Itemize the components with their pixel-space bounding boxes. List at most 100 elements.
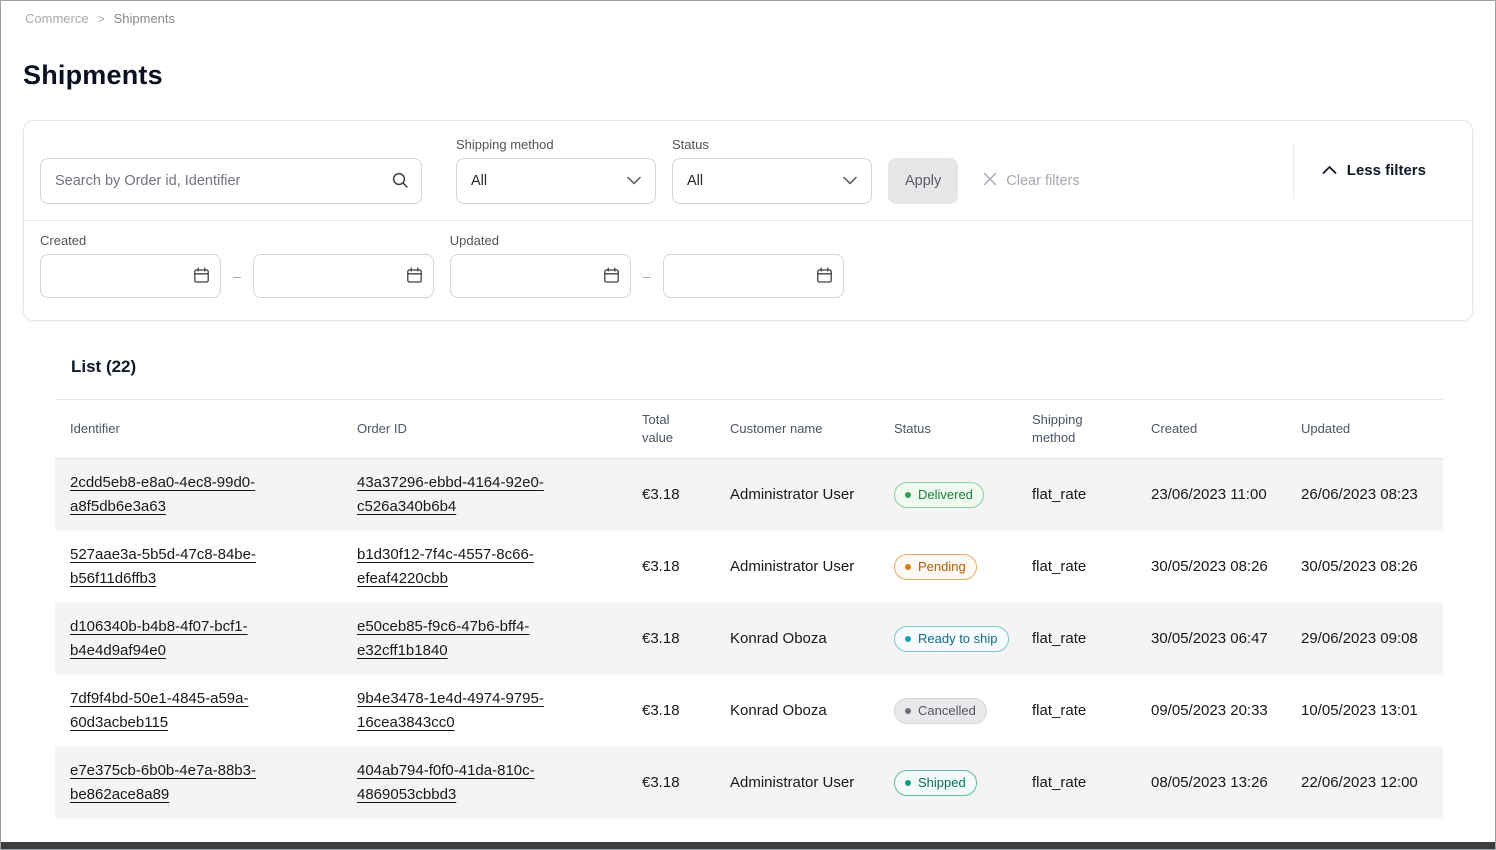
status-badge-label: Cancelled	[918, 702, 976, 719]
updated-cell: 26/06/2023 08:23	[1286, 459, 1443, 532]
column-header: Shipping method	[1017, 400, 1136, 459]
clear-filters-button[interactable]: Clear filters	[972, 158, 1089, 204]
status-filter: Status All	[672, 137, 872, 204]
identifier-link[interactable]: e7e375cb-6b0b-4e7a-88b3-be862ace8a89	[70, 762, 256, 803]
filters-right-tools: Less filters	[1293, 143, 1456, 199]
order-id-link[interactable]: b1d30f12-7f4c-4557-8c66-efeaf4220cbb	[357, 546, 534, 587]
customer-name-cell: Administrator User	[715, 531, 879, 603]
shipping-method-filter: Shipping method All	[456, 137, 656, 204]
status-badge-label: Pending	[918, 558, 966, 575]
search-field-wrap	[40, 158, 422, 204]
shipping-method-cell: flat_rate	[1017, 747, 1136, 819]
updated-cell: 29/06/2023 09:08	[1286, 603, 1443, 675]
total-value-cell: €3.18	[627, 459, 715, 532]
table-row: e7e375cb-6b0b-4e7a-88b3-be862ace8a89 404…	[55, 747, 1443, 819]
filters-row-dates: Created –	[24, 220, 1472, 320]
calendar-icon[interactable]	[603, 267, 620, 289]
status-badge-label: Delivered	[918, 486, 973, 503]
updated-from-wrap	[450, 254, 631, 298]
status-select[interactable]: All	[672, 158, 872, 204]
updated-cell: 30/05/2023 08:26	[1286, 531, 1443, 603]
created-cell: 23/06/2023 11:00	[1136, 459, 1286, 532]
apply-button[interactable]: Apply	[888, 158, 958, 204]
search-input[interactable]	[40, 158, 422, 204]
column-header: Created	[1136, 400, 1286, 459]
page-title: Shipments	[23, 58, 1473, 92]
created-date-range: –	[40, 254, 434, 298]
status-dot	[905, 708, 911, 714]
status-badge: Ready to ship	[894, 626, 1009, 652]
shipping-method-label: Shipping method	[456, 137, 656, 152]
chevron-down-icon	[627, 172, 641, 190]
column-header: Customer name	[715, 400, 879, 459]
vertical-divider	[1293, 143, 1294, 199]
shipping-method-cell: flat_rate	[1017, 675, 1136, 747]
table-header-row: IdentifierOrder IDTotal valueCustomer na…	[55, 400, 1443, 459]
status-label: Status	[672, 137, 872, 152]
customer-name-cell: Administrator User	[715, 459, 879, 532]
range-dash: –	[233, 268, 241, 284]
created-date-filter: Created –	[40, 233, 434, 298]
shipping-method-value: All	[471, 173, 487, 189]
total-value-cell: €3.18	[627, 747, 715, 819]
bottom-strip	[1, 842, 1495, 849]
shipping-method-select[interactable]: All	[456, 158, 656, 204]
search-icon	[391, 171, 409, 194]
customer-name-cell: Konrad Oboza	[715, 675, 879, 747]
table-body: 2cdd5eb8-e8a0-4ec8-99d0-a8f5db6e3a63 43a…	[55, 459, 1443, 820]
status-badge: Pending	[894, 554, 977, 580]
status-badge: Shipped	[894, 770, 977, 796]
calendar-icon[interactable]	[193, 267, 210, 289]
column-header: Updated	[1286, 400, 1443, 459]
table-row: 7df9f4bd-50e1-4845-a59a-60d3acbeb115 9b4…	[55, 675, 1443, 747]
calendar-icon[interactable]	[406, 267, 423, 289]
created-cell: 08/05/2023 13:26	[1136, 747, 1286, 819]
customer-name-cell: Administrator User	[715, 747, 879, 819]
breadcrumb-separator: >	[98, 12, 105, 26]
status-dot	[905, 492, 911, 498]
created-cell: 09/05/2023 20:33	[1136, 675, 1286, 747]
identifier-link[interactable]: 2cdd5eb8-e8a0-4ec8-99d0-a8f5db6e3a63	[70, 474, 255, 515]
main-content: Shipping method All Status All	[1, 120, 1495, 819]
order-id-link[interactable]: 43a37296-ebbd-4164-92e0-c526a340b6b4	[357, 474, 544, 515]
created-cell: 30/05/2023 06:47	[1136, 603, 1286, 675]
filters-panel: Shipping method All Status All	[23, 120, 1473, 321]
close-icon	[982, 171, 998, 191]
filters-row-primary: Shipping method All Status All	[24, 121, 1472, 220]
total-value-cell: €3.18	[627, 531, 715, 603]
range-dash: –	[643, 268, 651, 284]
less-filters-label: Less filters	[1347, 162, 1426, 179]
breadcrumb-commerce[interactable]: Commerce	[25, 11, 89, 26]
status-dot	[905, 636, 911, 642]
order-id-link[interactable]: e50ceb85-f9c6-47b6-bff4-e32cff1b1840	[357, 618, 529, 659]
shipping-method-cell: flat_rate	[1017, 459, 1136, 532]
customer-name-cell: Konrad Oboza	[715, 603, 879, 675]
order-id-link[interactable]: 404ab794-f0f0-41da-810c-4869053cbbd3	[357, 762, 535, 803]
shipments-list: List (22) IdentifierOrder IDTotal valueC…	[55, 349, 1463, 819]
chevron-up-icon	[1322, 162, 1337, 179]
shipments-page: Commerce > Shipments Shipments Shipping …	[0, 0, 1496, 850]
updated-to-wrap	[663, 254, 844, 298]
status-badge-label: Ready to ship	[918, 630, 998, 647]
identifier-link[interactable]: 527aae3a-5b5d-47c8-84be-b56f11d6ffb3	[70, 546, 256, 587]
created-label: Created	[40, 233, 434, 248]
breadcrumb-shipments[interactable]: Shipments	[114, 11, 175, 26]
updated-date-range: –	[450, 254, 844, 298]
clear-filters-label: Clear filters	[1006, 173, 1079, 189]
identifier-link[interactable]: d106340b-b4b8-4f07-bcf1-b4e4d9af94e0	[70, 618, 248, 659]
identifier-link[interactable]: 7df9f4bd-50e1-4845-a59a-60d3acbeb115	[70, 690, 248, 731]
calendar-icon[interactable]	[816, 267, 833, 289]
table-row: 2cdd5eb8-e8a0-4ec8-99d0-a8f5db6e3a63 43a…	[55, 459, 1443, 532]
less-filters-button[interactable]: Less filters	[1322, 162, 1426, 179]
status-value: All	[687, 173, 703, 189]
list-title: List (22)	[55, 349, 1463, 399]
shipments-table: IdentifierOrder IDTotal valueCustomer na…	[55, 399, 1443, 819]
column-header: Identifier	[55, 400, 342, 459]
column-header: Status	[879, 400, 1017, 459]
created-cell: 30/05/2023 08:26	[1136, 531, 1286, 603]
column-header: Order ID	[342, 400, 627, 459]
shipping-method-cell: flat_rate	[1017, 603, 1136, 675]
created-to-wrap	[253, 254, 434, 298]
updated-cell: 22/06/2023 12:00	[1286, 747, 1443, 819]
order-id-link[interactable]: 9b4e3478-1e4d-4974-9795-16cea3843cc0	[357, 690, 544, 731]
